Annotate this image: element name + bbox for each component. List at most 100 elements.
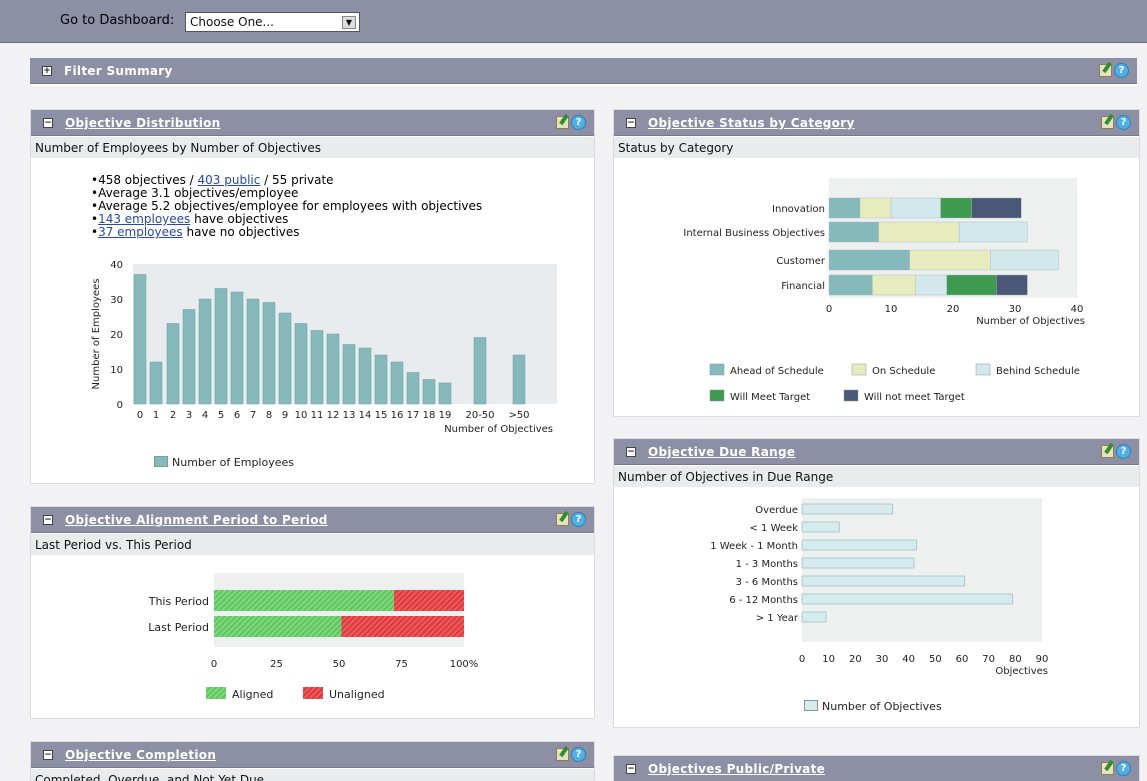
panel-title[interactable]: Filter Summary [64, 64, 173, 78]
panel-title[interactable]: Objective Completion [65, 748, 216, 762]
x-tick-label: 8 [266, 410, 272, 421]
filter-summary-header[interactable]: + Filter Summary ? [30, 58, 1137, 84]
bar-segment [828, 221, 879, 243]
y-tick-label: 10 [110, 365, 123, 376]
bar-segment [828, 274, 873, 296]
x-tick-label: 0 [826, 304, 832, 315]
collapse-icon[interactable]: − [43, 118, 53, 128]
dashboard-select[interactable]: Choose One... ▼ [185, 12, 360, 32]
legend-label: Will Meet Target [730, 392, 810, 403]
bar [294, 323, 308, 405]
x-tick-label: 0 [211, 659, 217, 670]
objective-status-panel: − Objective Status by Category ? Status … [613, 109, 1140, 417]
x-tick-label: 100% [450, 659, 479, 670]
collapse-icon[interactable]: − [43, 750, 53, 760]
bar-segment [878, 221, 960, 243]
x-tick-label: 50 [929, 654, 942, 665]
panel-title[interactable]: Objective Alignment Period to Period [65, 513, 328, 527]
help-icon[interactable]: ? [571, 747, 586, 762]
bar [133, 274, 147, 405]
bar [801, 611, 827, 623]
public-link[interactable]: 403 public [198, 173, 261, 187]
panel-title[interactable]: Objective Distribution [65, 116, 221, 130]
bar [326, 333, 340, 405]
x-tick-label: 0 [137, 410, 143, 421]
legend-swatch [154, 456, 168, 467]
x-tick-label: 14 [359, 410, 372, 421]
bar [182, 309, 196, 405]
y-tick-label: 0 [117, 400, 123, 411]
employees-with-link[interactable]: 143 employees [98, 212, 190, 226]
bar-segment [946, 274, 997, 296]
x-tick-label: 50 [333, 659, 346, 670]
collapse-icon[interactable]: − [43, 515, 53, 525]
dashboard-select-value: Choose One... [190, 15, 274, 29]
panel-subtitle: Number of Employees by Number of Objecti… [31, 137, 594, 158]
x-tick-label: 20 [947, 304, 960, 315]
category-label: < 1 Week [750, 523, 799, 534]
panel-tools: ? [556, 512, 586, 528]
legend-label: Aligned [232, 688, 273, 701]
x-tick-label: 6 [234, 410, 240, 421]
x-tick-label: 25 [270, 659, 283, 670]
category-label: 3 - 6 Months [736, 577, 798, 588]
edit-icon[interactable] [556, 748, 569, 761]
bar [422, 379, 436, 405]
bar [230, 291, 244, 405]
x-tick-label: 20 [849, 654, 862, 665]
help-icon[interactable]: ? [1116, 444, 1131, 459]
panel-title[interactable]: Objective Due Range [648, 445, 795, 459]
legend-swatch [709, 389, 725, 402]
x-tick-label: 10 [885, 304, 898, 315]
bar-segment [990, 249, 1059, 271]
employees-without-link[interactable]: 37 employees [98, 225, 183, 239]
edit-icon[interactable] [1101, 116, 1114, 129]
bar [801, 557, 915, 569]
stats-list: •458 objectives / 403 public / 55 privat… [91, 174, 482, 239]
help-icon[interactable]: ? [1116, 761, 1131, 776]
bar-segment [214, 590, 394, 611]
category-label: 1 Week - 1 Month [710, 541, 798, 552]
distribution-legend: Number of Employees [154, 456, 294, 469]
category-label: Customer [776, 256, 825, 267]
expand-icon[interactable]: + [42, 66, 52, 76]
bar [801, 575, 966, 587]
bar-segment [909, 249, 991, 271]
category-label: 6 - 12 Months [729, 595, 798, 606]
bar-segment [996, 274, 1028, 296]
help-icon[interactable]: ? [571, 512, 586, 527]
collapse-icon[interactable]: − [626, 118, 636, 128]
help-icon[interactable]: ? [1116, 115, 1131, 130]
alignment-chart: This Period Last Period 0 25 50 75 100% Aligned… [148, 573, 479, 701]
objectives-public-private-panel: − Objectives Public/Private ? [613, 755, 1140, 781]
collapse-icon[interactable]: − [626, 764, 636, 774]
x-tick-label: 9 [282, 410, 288, 421]
x-tick-label: 11 [311, 410, 324, 421]
bar-segment [940, 197, 972, 219]
bar-segment [915, 274, 947, 296]
legend-swatch [975, 363, 991, 376]
help-icon[interactable]: ? [571, 115, 586, 130]
panel-title[interactable]: Objectives Public/Private [648, 762, 825, 776]
x-tick-label: 18 [423, 410, 436, 421]
panel-title[interactable]: Objective Status by Category [648, 116, 855, 130]
edit-icon[interactable] [1101, 762, 1114, 775]
legend-label: Behind Schedule [996, 366, 1080, 377]
chevron-down-icon[interactable]: ▼ [342, 16, 356, 29]
edit-icon[interactable] [556, 513, 569, 526]
edit-icon[interactable] [1101, 445, 1114, 458]
edit-icon[interactable] [556, 116, 569, 129]
category-label: 1 - 3 Months [736, 559, 798, 570]
x-axis-label: Number of Objectives [976, 316, 1085, 327]
bar [801, 539, 918, 551]
panel-header: − Objective Completion ? [31, 742, 594, 768]
x-tick-label: 19 [439, 410, 452, 421]
bar-segment [971, 197, 1022, 219]
help-icon[interactable]: ? [1114, 63, 1129, 78]
bar [262, 302, 276, 405]
bar-segment [959, 221, 1028, 243]
bar-segment [341, 616, 464, 637]
y-tick-label: 30 [110, 295, 123, 306]
edit-icon[interactable] [1099, 64, 1112, 77]
collapse-icon[interactable]: − [626, 447, 636, 457]
